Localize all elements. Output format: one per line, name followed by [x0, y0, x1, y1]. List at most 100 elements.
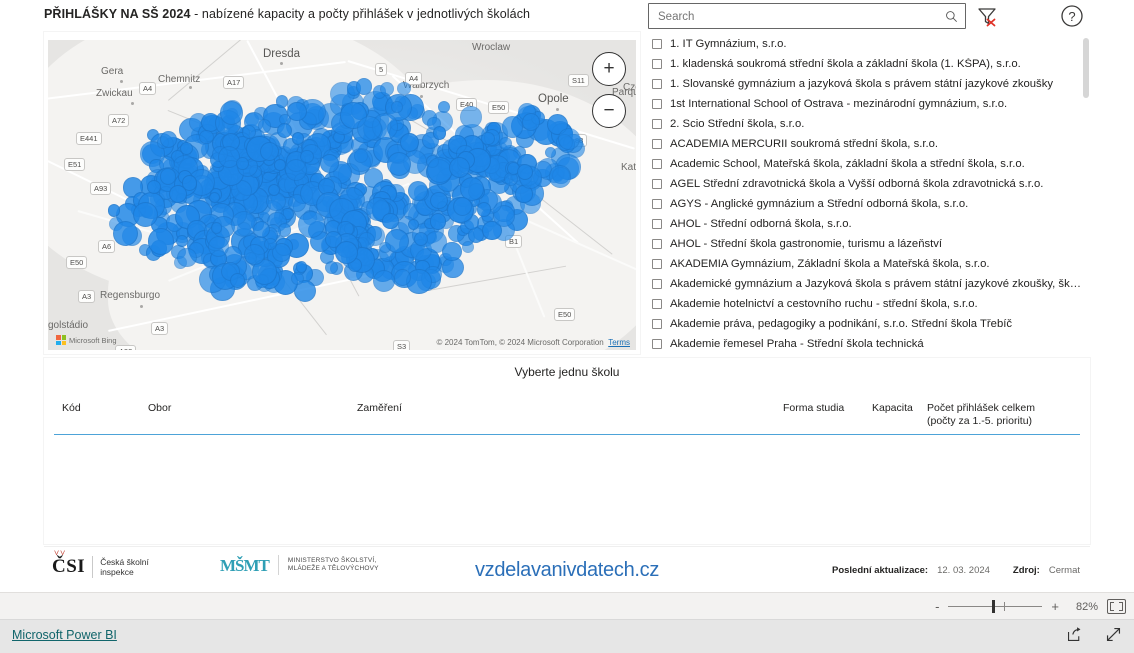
list-item[interactable]: 1. IT Gymnázium, s.r.o.	[648, 34, 1084, 54]
map-bubble[interactable]	[147, 228, 174, 255]
map-bubble[interactable]	[429, 191, 448, 210]
map-bubble[interactable]	[432, 126, 447, 140]
map-bubble[interactable]	[285, 158, 308, 181]
map-bubble[interactable]	[452, 197, 472, 217]
map-surface[interactable]: Dresda Gera Chemnitz Zwickau Wroclaw Walbrzyc…	[48, 40, 636, 350]
zoom-slider-thumb[interactable]	[992, 600, 996, 613]
list-item[interactable]: 1. Slovanské gymnázium a jazyková škola …	[648, 74, 1084, 94]
map-bubble[interactable]	[169, 185, 187, 204]
list-item[interactable]: AKADEMIA Gymnázium, Základní škola a Mat…	[648, 254, 1084, 274]
checkbox-icon[interactable]	[652, 279, 662, 289]
column-header-obor[interactable]: Obor	[148, 402, 171, 415]
list-item[interactable]: AHOL - Střední škola gastronomie, turism…	[648, 234, 1084, 254]
checkbox-icon[interactable]	[652, 319, 662, 329]
fullscreen-icon[interactable]	[1105, 626, 1122, 648]
map-bubble[interactable]	[159, 167, 177, 185]
checkbox-icon[interactable]	[652, 259, 662, 269]
map-bubble[interactable]	[159, 130, 177, 148]
school-list[interactable]: 1. IT Gymnázium, s.r.o. 1. kladenská souk…	[648, 34, 1084, 352]
map-bubble[interactable]	[548, 165, 571, 188]
map-bubble[interactable]	[558, 128, 580, 150]
map-visual[interactable]: Dresda Gera Chemnitz Zwickau Wroclaw Walbrzyc…	[44, 32, 640, 354]
checkbox-icon[interactable]	[652, 139, 662, 149]
checkbox-icon[interactable]	[652, 239, 662, 249]
map-bubble[interactable]	[274, 159, 286, 171]
map-bubble[interactable]	[476, 202, 491, 217]
map-bubble[interactable]	[275, 95, 288, 108]
list-item[interactable]: ACADEMIA MERCURII soukromá střední škola…	[648, 134, 1084, 154]
map-bubble[interactable]	[320, 153, 340, 173]
column-header-kod[interactable]: Kód	[62, 402, 81, 415]
zoom-slider[interactable]	[948, 600, 1043, 613]
map-zoom-out-button[interactable]: −	[592, 94, 626, 128]
list-item[interactable]: AGYS - Anglické gymnázium a Střední odbo…	[648, 194, 1084, 214]
zoom-out-button[interactable]: -	[935, 600, 939, 613]
map-bubble[interactable]	[177, 247, 197, 268]
map-bubble[interactable]	[382, 212, 399, 230]
map-zoom-in-button[interactable]: +	[592, 52, 626, 86]
map-bubble[interactable]	[244, 244, 266, 265]
map-bubble[interactable]	[429, 213, 446, 230]
list-item[interactable]: 2. Scio Střední škola, s.r.o.	[648, 114, 1084, 134]
map-bubble[interactable]	[324, 260, 338, 274]
checkbox-icon[interactable]	[652, 119, 662, 129]
map-bubble[interactable]	[408, 180, 429, 201]
map-bubble[interactable]	[287, 102, 307, 122]
map-bubble[interactable]	[349, 147, 373, 172]
checkbox-icon[interactable]	[652, 219, 662, 229]
map-bubble[interactable]	[296, 261, 308, 273]
clear-filter-button[interactable]	[974, 3, 1000, 29]
list-item[interactable]: AHOL - Střední odborná škola, s.r.o.	[648, 214, 1084, 234]
share-icon[interactable]	[1066, 626, 1083, 648]
map-bubble[interactable]	[498, 137, 512, 150]
checkbox-icon[interactable]	[652, 179, 662, 189]
search-input[interactable]	[656, 4, 940, 30]
map-bubble[interactable]	[516, 163, 533, 180]
map-bubble[interactable]	[379, 241, 391, 254]
map-terms-link[interactable]: Terms	[608, 338, 630, 347]
checkbox-icon[interactable]	[652, 59, 662, 69]
search-box[interactable]	[648, 3, 966, 30]
list-item[interactable]: Akademie hotelnictví a cestovního ruchu …	[648, 294, 1084, 314]
checkbox-icon[interactable]	[652, 199, 662, 209]
column-header-kapacita[interactable]: Kapacita	[872, 402, 913, 415]
bing-logo[interactable]: Microsoft Bing	[56, 335, 117, 345]
map-bubble[interactable]	[394, 268, 412, 286]
list-item[interactable]: Akademie práva, pedagogiky a podnikání, …	[648, 314, 1084, 334]
list-item[interactable]: 1. kladenská soukromá střední škola a zá…	[648, 54, 1084, 74]
map-bubble[interactable]	[108, 204, 121, 217]
map-bubble[interactable]	[391, 101, 403, 113]
map-bubble[interactable]	[501, 116, 524, 138]
map-bubble[interactable]	[133, 201, 158, 227]
list-item[interactable]: 1st International School of Ostrava - me…	[648, 94, 1084, 114]
fit-to-page-icon[interactable]	[1107, 599, 1126, 614]
map-bubble[interactable]	[242, 125, 257, 139]
checkbox-icon[interactable]	[652, 339, 662, 349]
school-list-scrollbar[interactable]	[1083, 38, 1089, 350]
checkbox-icon[interactable]	[652, 99, 662, 109]
map-bubble[interactable]	[210, 221, 223, 234]
list-item[interactable]: AGEL Střední zdravotnická škola a Vyšší …	[648, 174, 1084, 194]
help-button[interactable]: ?	[1060, 4, 1084, 28]
checkbox-icon[interactable]	[652, 79, 662, 89]
checkbox-icon[interactable]	[652, 299, 662, 309]
scrollbar-thumb[interactable]	[1083, 38, 1089, 98]
zoom-in-button[interactable]: +	[1051, 600, 1059, 613]
map-bubble[interactable]	[235, 156, 249, 170]
column-header-zamereni[interactable]: Zaměření	[357, 402, 402, 415]
map-bubble[interactable]	[397, 82, 411, 96]
map-bubble[interactable]	[460, 106, 482, 128]
map-bubble[interactable]	[372, 269, 395, 292]
list-item[interactable]: Academic School, Mateřská škola, základn…	[648, 154, 1084, 174]
map-bubble[interactable]	[229, 272, 245, 289]
map-bubble[interactable]	[462, 241, 474, 253]
map-bubble[interactable]	[208, 191, 220, 203]
map-bubble[interactable]	[263, 237, 277, 251]
map-bubble[interactable]	[406, 268, 432, 295]
list-item[interactable]: Akademie řemesel Praha - Střední škola t…	[648, 334, 1084, 352]
power-bi-brand-link[interactable]: Microsoft Power BI	[12, 628, 117, 642]
column-header-forma-studia[interactable]: Forma studia	[783, 402, 844, 415]
checkbox-icon[interactable]	[652, 39, 662, 49]
list-item[interactable]: Akademické gymnázium a Jazyková škola s …	[648, 274, 1084, 294]
map-bubble[interactable]	[276, 122, 292, 138]
